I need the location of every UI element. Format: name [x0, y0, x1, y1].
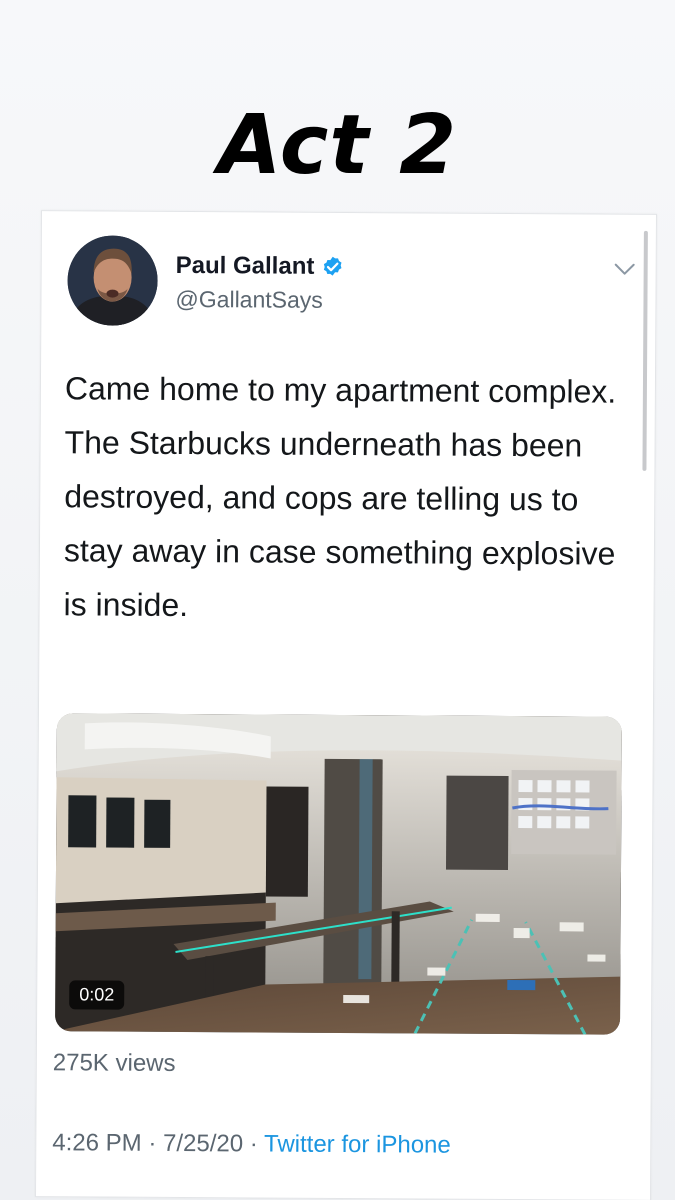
video-thumbnail [55, 713, 622, 1035]
view-count: 275K views [52, 1049, 176, 1077]
verified-badge-icon [323, 256, 342, 276]
page-title: Act 2 [217, 98, 458, 193]
metadata-separator: · [249, 1130, 258, 1158]
author-handle[interactable]: @GallantSays [175, 286, 323, 314]
tweet-metadata: 4:26 PM · 7/25/20 · Twitter for iPhone [52, 1129, 451, 1159]
metadata-separator: · [148, 1129, 157, 1157]
chevron-down-icon[interactable] [614, 263, 636, 277]
screenshot-page: Act 2 Paul Gallant @GallantSays Came hom… [0, 0, 675, 1200]
scrollbar[interactable] [642, 230, 648, 471]
tweet-time: 4:26 PM [52, 1129, 142, 1157]
author-name[interactable]: Paul Gallant [176, 252, 315, 281]
tweet-date: 7/25/20 [162, 1129, 244, 1158]
avatar-photo [67, 235, 158, 326]
author-row[interactable]: Paul Gallant [176, 252, 345, 281]
video-duration: 0:02 [69, 980, 125, 1010]
tweet-text: Came home to my apartment complex. The S… [63, 370, 617, 624]
tweet-video[interactable]: 0:02 [55, 713, 622, 1035]
avatar[interactable] [67, 235, 158, 326]
tweet-source-link[interactable]: Twitter for iPhone [264, 1131, 451, 1159]
tweet-card[interactable]: Paul Gallant @GallantSays Came home to m… [34, 210, 658, 1200]
